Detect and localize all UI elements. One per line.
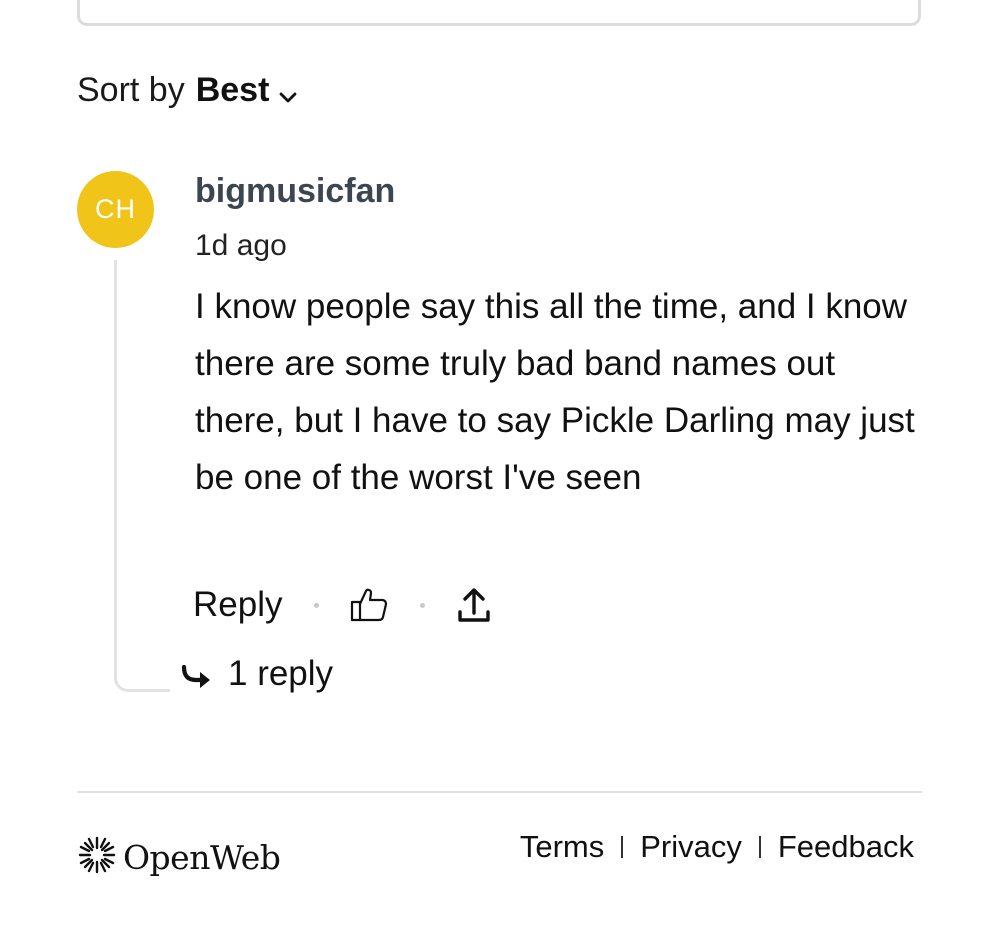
chevron-down-icon bbox=[279, 74, 297, 113]
privacy-link[interactable]: Privacy bbox=[640, 829, 742, 865]
reply-button[interactable]: Reply bbox=[193, 585, 282, 625]
openweb-brand[interactable]: OpenWeb bbox=[77, 835, 281, 880]
comment-body: I know people say this all the time, and… bbox=[195, 287, 915, 497]
separator-dot bbox=[314, 602, 320, 608]
comment-username[interactable]: bigmusicfan bbox=[195, 172, 395, 211]
terms-link[interactable]: Terms bbox=[520, 829, 604, 865]
sort-dropdown[interactable]: Sort by Best bbox=[77, 68, 297, 113]
avatar[interactable]: CH bbox=[77, 171, 154, 248]
sort-prefix: Sort by bbox=[77, 71, 185, 109]
sort-value: Best bbox=[195, 71, 270, 109]
separator-dot bbox=[420, 602, 426, 608]
view-replies-button[interactable]: 1 reply bbox=[180, 654, 333, 694]
openweb-logo-icon bbox=[77, 835, 117, 880]
footer-divider bbox=[77, 791, 922, 793]
comment-timestamp: 1d ago bbox=[195, 229, 287, 262]
link-separator bbox=[621, 836, 624, 858]
thumbs-up-icon[interactable] bbox=[350, 587, 388, 623]
share-icon[interactable] bbox=[457, 586, 491, 624]
feedback-link[interactable]: Feedback bbox=[778, 829, 914, 865]
footer-links: Terms Privacy Feedback bbox=[520, 829, 914, 865]
link-separator bbox=[758, 836, 761, 858]
previous-input-box bbox=[77, 0, 921, 26]
avatar-initials: CH bbox=[95, 194, 136, 224]
brand-name: OpenWeb bbox=[123, 838, 281, 877]
thread-line bbox=[114, 260, 170, 692]
replies-count-label: 1 reply bbox=[228, 654, 334, 693]
reply-arrow-icon bbox=[180, 664, 212, 692]
comment-actions: Reply bbox=[193, 580, 491, 630]
